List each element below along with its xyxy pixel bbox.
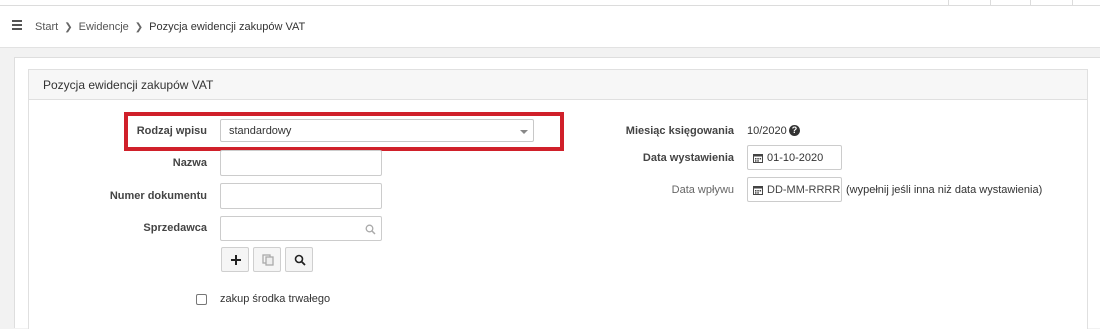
copy-icon xyxy=(262,254,274,266)
breadcrumb: Start ❯ Ewidencje ❯ Pozycja ewidencji zakupó… xyxy=(35,21,305,33)
name-label: Nazwa xyxy=(172,157,207,169)
receipt-date-placeholder: DD-MM-RRRR xyxy=(767,184,841,196)
name-input[interactable] xyxy=(220,150,382,176)
search-icon[interactable] xyxy=(365,224,376,235)
hamburger-menu-icon[interactable] xyxy=(12,20,23,30)
breadcrumb-ewidencje[interactable]: Ewidencje xyxy=(79,21,129,33)
breadcrumb-start[interactable]: Start xyxy=(35,21,58,33)
receipt-date-input[interactable]: DD-MM-RRRR xyxy=(747,177,842,202)
search-seller-button[interactable] xyxy=(285,247,313,272)
fixed-asset-checkbox[interactable] xyxy=(196,294,207,305)
issue-date-value: 01-10-2020 xyxy=(767,152,824,164)
chevron-right-icon: ❯ xyxy=(64,22,73,33)
calendar-icon xyxy=(753,186,763,195)
booking-month-label: Miesiąc księgowania xyxy=(625,125,734,137)
seller-label: Sprzedawca xyxy=(143,222,207,234)
document-number-input[interactable] xyxy=(220,183,382,209)
add-seller-button[interactable] xyxy=(221,247,249,272)
fixed-asset-label[interactable]: zakup środka trwałego xyxy=(220,293,330,305)
booking-month-value: 10/2020 xyxy=(747,125,787,137)
calendar-icon xyxy=(753,154,763,163)
breadcrumb-bar: Start ❯ Ewidencje ❯ Pozycja ewidencji zakupó… xyxy=(0,6,1100,48)
copy-seller-button[interactable] xyxy=(253,247,281,272)
issue-date-label: Data wystawienia xyxy=(642,152,734,164)
plus-icon xyxy=(231,255,241,265)
question-circle-icon[interactable]: ? xyxy=(789,125,800,136)
breadcrumb-current: Pozycja ewidencji zakupów VAT xyxy=(149,21,306,33)
search-icon xyxy=(294,254,306,266)
highlight-box xyxy=(124,112,564,151)
receipt-date-label: Data wpływu xyxy=(671,184,734,196)
panel-title: Pozycja ewidencji zakupów VAT xyxy=(29,70,1087,100)
chevron-right-icon: ❯ xyxy=(134,22,144,33)
seller-input[interactable] xyxy=(220,216,382,241)
issue-date-input[interactable]: 01-10-2020 xyxy=(747,145,842,170)
document-number-label: Numer dokumentu xyxy=(109,190,207,202)
receipt-date-hint: (wypełnij jeśli inna niż data wystawieni… xyxy=(846,184,1043,196)
